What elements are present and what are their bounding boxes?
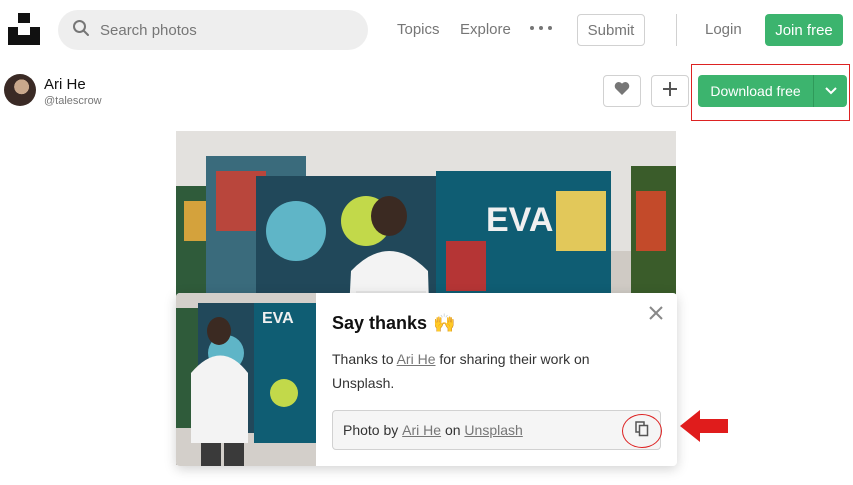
- join-free-button[interactable]: Join free: [765, 14, 843, 46]
- credit-prefix: Photo by: [343, 422, 403, 438]
- nav-explore[interactable]: Explore: [460, 21, 511, 38]
- say-thanks-popup: EVA Say thanks 🙌 Thanks to Ari He for sh…: [176, 293, 677, 466]
- credit-site-link[interactable]: Unsplash: [464, 422, 522, 438]
- more-icon[interactable]: [530, 20, 552, 36]
- credit-author-link[interactable]: Ari He: [402, 422, 441, 438]
- popup-title-text: Say thanks: [332, 313, 428, 333]
- plus-icon: [663, 81, 677, 101]
- svg-text:EVA: EVA: [262, 310, 294, 327]
- submit-button[interactable]: Submit: [577, 14, 645, 46]
- popup-author-link[interactable]: Ari He: [397, 351, 436, 367]
- credit-middle: on: [441, 422, 465, 438]
- heart-icon: [614, 81, 630, 101]
- avatar[interactable]: [4, 74, 36, 106]
- like-button[interactable]: [603, 75, 641, 107]
- chevron-down-icon: [824, 82, 837, 100]
- arrow-annotation: [680, 408, 728, 444]
- download-button[interactable]: Download free: [698, 75, 813, 107]
- popup-thumbnail: EVA: [176, 293, 316, 466]
- credit-text-field[interactable]: Photo by Ari He on Unsplash: [332, 410, 661, 450]
- close-button[interactable]: [646, 305, 666, 325]
- download-options-button[interactable]: [814, 75, 847, 107]
- author-name[interactable]: Ari He: [44, 76, 86, 93]
- header-divider: [676, 14, 677, 46]
- add-to-collection-button[interactable]: [651, 75, 689, 107]
- raising-hands-icon: 🙌: [433, 313, 456, 333]
- popup-title: Say thanks 🙌: [332, 313, 455, 334]
- search-bar[interactable]: [58, 10, 368, 50]
- unsplash-logo[interactable]: [8, 13, 40, 45]
- popup-message: Thanks to Ari He for sharing their work …: [332, 347, 632, 395]
- copy-icon: [635, 420, 649, 442]
- nav-topics[interactable]: Topics: [397, 21, 440, 38]
- login-link[interactable]: Login: [705, 21, 742, 38]
- copy-button[interactable]: [622, 414, 662, 448]
- popup-text-prefix: Thanks to: [332, 351, 397, 367]
- close-icon: [649, 305, 663, 325]
- author-handle[interactable]: @talescrow: [44, 95, 102, 107]
- svg-text:EVA: EVA: [486, 201, 553, 239]
- search-icon: [72, 19, 90, 42]
- search-input[interactable]: [100, 21, 340, 39]
